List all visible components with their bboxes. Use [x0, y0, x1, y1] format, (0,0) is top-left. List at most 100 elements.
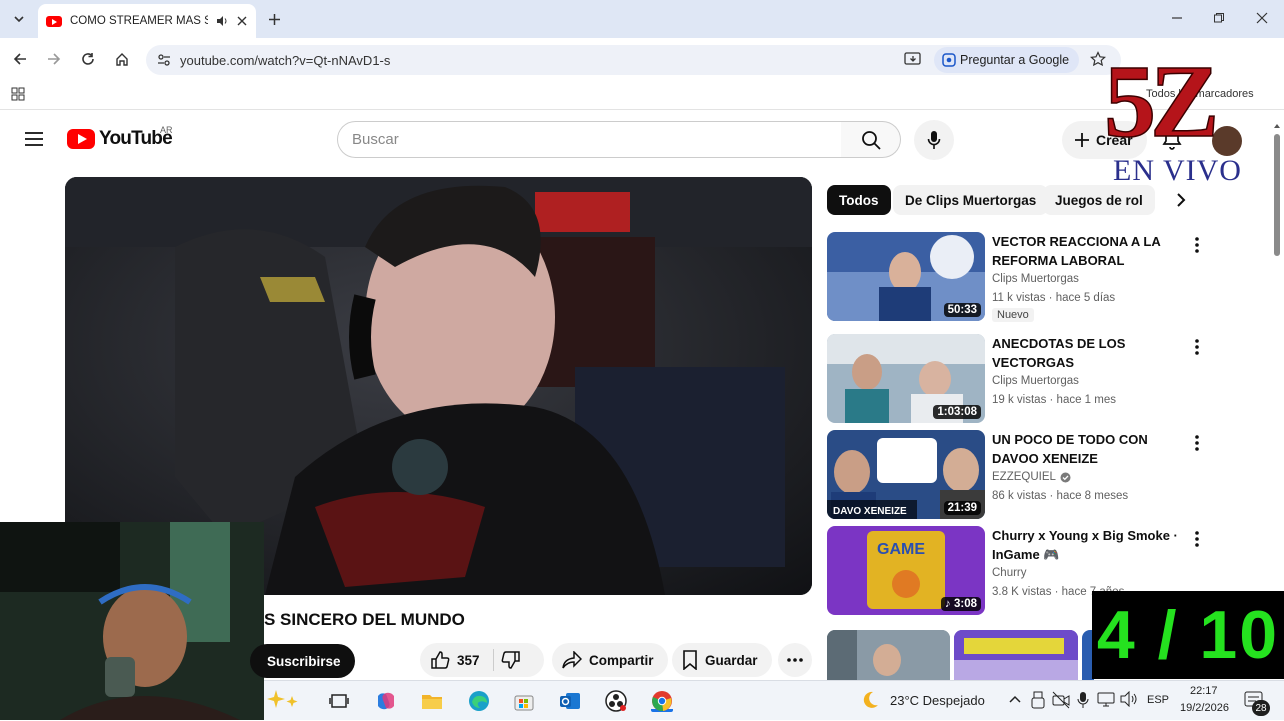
- new-badge: Nuevo: [992, 308, 1034, 322]
- new-tab-button[interactable]: [261, 6, 287, 32]
- obs-studio-icon[interactable]: [605, 690, 627, 712]
- video-title: S SINCERO DEL MUNDO: [264, 610, 465, 629]
- like-dislike-group: 357: [420, 643, 544, 677]
- youtube-favicon-icon: [46, 15, 62, 27]
- like-button[interactable]: 357: [430, 650, 480, 670]
- subscribe-button[interactable]: Suscribirse: [250, 644, 355, 678]
- usb-device-icon[interactable]: [1030, 691, 1046, 714]
- country-code: AR: [160, 125, 173, 135]
- thumbnail-text: DAVO XENEIZE: [833, 506, 907, 517]
- more-vertical-icon[interactable]: [1187, 528, 1207, 550]
- related-video-meta: 19 k vistas · hace 1 mes: [992, 394, 1116, 406]
- related-video-title[interactable]: ANECDOTAS DE LOS VECTORGAS: [992, 334, 1182, 372]
- speaker-icon[interactable]: [216, 15, 229, 27]
- search-button[interactable]: [841, 121, 901, 158]
- task-view-icon[interactable]: [328, 690, 350, 712]
- more-actions-button[interactable]: [778, 643, 812, 677]
- apps-grid-icon[interactable]: [11, 87, 25, 106]
- related-video-channel[interactable]: Clips Muertorgas: [992, 375, 1079, 387]
- hamburger-menu-icon[interactable]: [24, 130, 44, 153]
- tab-title: COMO STREAMER MAS SIN: [70, 15, 208, 27]
- file-explorer-icon[interactable]: [421, 690, 443, 712]
- logo-sub-text: EN VIVO: [1113, 154, 1242, 184]
- related-video-title[interactable]: Churry x Young x Big Smoke · InGame 🎮: [992, 526, 1182, 564]
- related-video-title[interactable]: VECTOR REACCIONA A LA REFORMA LABORAL: [992, 232, 1182, 270]
- browser-tab[interactable]: COMO STREAMER MAS SIN: [38, 4, 256, 38]
- weather-text[interactable]: 23°C Despejado: [890, 693, 985, 708]
- related-video-meta: 11 k vistas · hace 5 días: [992, 292, 1116, 304]
- more-vertical-icon[interactable]: [1187, 234, 1207, 256]
- microphone-in-use-icon[interactable]: [1077, 691, 1089, 714]
- video-thumbnail[interactable]: DAVO XENEIZE 21:39: [827, 430, 985, 519]
- voice-search-button[interactable]: [914, 120, 954, 160]
- video-duration: 1:03:08: [933, 405, 981, 419]
- video-thumbnail[interactable]: GAME ♪ 3:08: [827, 526, 985, 615]
- camera-off-icon[interactable]: [1052, 691, 1070, 714]
- chip-todos[interactable]: Todos: [827, 185, 891, 215]
- minimize-window-button[interactable]: [1164, 5, 1190, 31]
- related-video-item[interactable]: DAVO XENEIZE 21:39 UN POCO DE TODO CON D…: [827, 430, 1207, 522]
- video-thumbnail[interactable]: 1:03:08: [827, 334, 985, 423]
- chip-juegos-de-rol[interactable]: Juegos de rol: [1043, 185, 1155, 215]
- verified-check-icon: [1060, 472, 1071, 482]
- home-icon[interactable]: [109, 46, 135, 72]
- thumbs-up-icon: [431, 651, 450, 669]
- video-thumbnail[interactable]: 50:33: [827, 232, 985, 321]
- related-video-item[interactable]: 50:33 VECTOR REACCIONA A LA REFORMA LABO…: [827, 232, 1207, 324]
- clock-time[interactable]: 22:17: [1190, 685, 1218, 697]
- save-button[interactable]: Guardar: [672, 643, 772, 677]
- youtube-play-icon: [67, 129, 95, 149]
- microphone-icon: [927, 131, 941, 149]
- input-language[interactable]: ESP: [1147, 694, 1169, 706]
- close-window-button[interactable]: [1249, 5, 1275, 31]
- site-info-icon[interactable]: [156, 52, 172, 73]
- ask-google-label: Preguntar a Google: [960, 53, 1070, 67]
- lens-icon: [942, 53, 956, 70]
- microsoft-store-icon[interactable]: [513, 690, 535, 712]
- logo-main-text: 5Z: [1104, 50, 1215, 159]
- chevron-up-icon[interactable]: [1008, 693, 1022, 712]
- ask-google-button[interactable]: Preguntar a Google: [934, 47, 1080, 73]
- video-thumbnail[interactable]: [954, 630, 1078, 682]
- video-duration: ♪ 3:08: [941, 597, 981, 611]
- url-text: youtube.com/watch?v=Qt-nNAvD1-s: [180, 52, 391, 68]
- notification-count-badge: 28: [1252, 700, 1270, 716]
- video-thumbnail[interactable]: [827, 630, 950, 682]
- network-icon[interactable]: [1097, 691, 1115, 712]
- youtube-logo[interactable]: YouTube: [67, 128, 173, 150]
- weather-moon-icon[interactable]: [860, 690, 880, 715]
- back-arrow-icon[interactable]: [7, 46, 33, 72]
- widgets-sparkle-icon[interactable]: [266, 686, 302, 716]
- channel-logo-overlay: 5Z EN VIVO: [1103, 43, 1256, 187]
- bookmarks-bar: [0, 80, 1284, 110]
- like-count: 357: [457, 652, 480, 668]
- install-app-icon[interactable]: [904, 51, 922, 72]
- share-button[interactable]: Compartir: [552, 643, 668, 677]
- close-tab-icon[interactable]: [237, 16, 247, 26]
- outlook-icon[interactable]: [559, 690, 581, 712]
- related-video-channel[interactable]: Clips Muertorgas: [992, 273, 1079, 285]
- subscribe-label: Suscribirse: [267, 653, 341, 669]
- video-duration: 21:39: [943, 501, 981, 515]
- related-video-channel[interactable]: Churry: [992, 567, 1027, 579]
- like-divider: [492, 649, 494, 671]
- chip-de-clips-muertorgas[interactable]: De Clips Muertorgas: [893, 185, 1049, 215]
- forward-arrow-icon[interactable]: [41, 46, 67, 72]
- chips-next-chevron-icon[interactable]: [1172, 191, 1190, 214]
- restore-window-button[interactable]: [1206, 5, 1232, 31]
- related-video-channel-row[interactable]: EZZEQUIEL: [992, 471, 1071, 483]
- copilot-icon[interactable]: [375, 690, 397, 712]
- related-video-title[interactable]: UN POCO DE TODO CON DAVOO XENEIZE: [992, 430, 1182, 468]
- tab-search-chevron-icon[interactable]: [6, 6, 32, 32]
- search-input[interactable]: Buscar: [337, 121, 842, 158]
- reload-icon[interactable]: [75, 46, 101, 72]
- dislike-button[interactable]: [501, 650, 521, 670]
- thumbnail-text: GAME: [877, 541, 925, 558]
- clock-date[interactable]: 19/2/2026: [1180, 702, 1229, 714]
- more-vertical-icon[interactable]: [1187, 432, 1207, 454]
- volume-icon[interactable]: [1120, 690, 1138, 712]
- related-video-item[interactable]: 1:03:08 ANECDOTAS DE LOS VECTORGAS Clips…: [827, 334, 1207, 426]
- more-vertical-icon[interactable]: [1187, 336, 1207, 358]
- chrome-icon[interactable]: [651, 690, 673, 712]
- edge-browser-icon[interactable]: [468, 690, 490, 712]
